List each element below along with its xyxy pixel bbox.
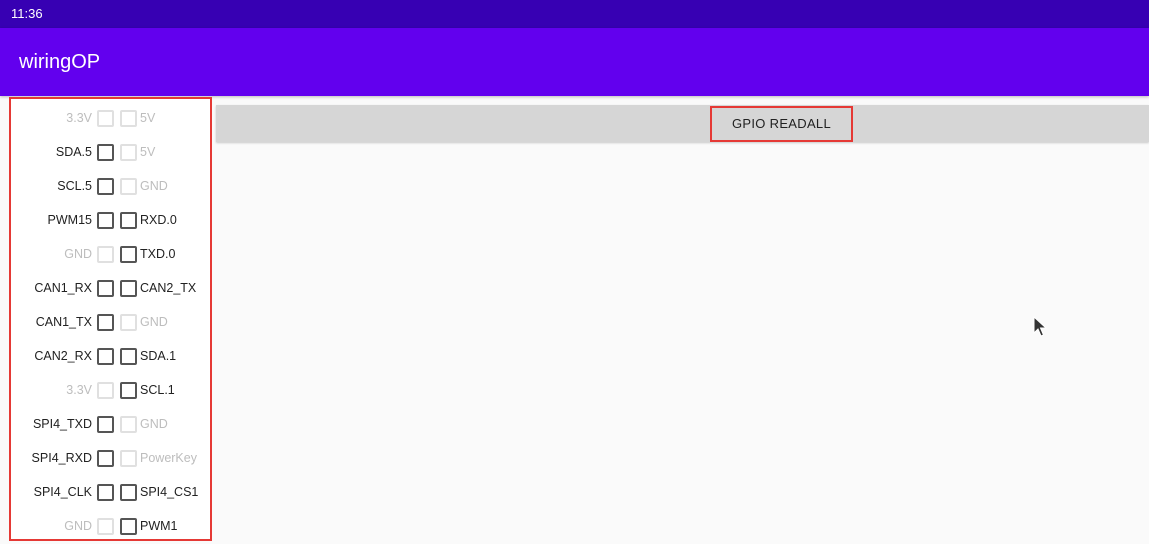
pin-left-checkbox[interactable] [97,416,114,433]
pin-left-label: SCL.5 [57,179,92,193]
pin-row: SPI4_TXD GND [11,407,210,441]
pin-right-checkbox[interactable] [120,280,137,297]
pin-right-checkbox [120,450,137,467]
pin-row: 3.3V SCL.1 [11,373,210,407]
pin-row: CAN1_TX GND [11,305,210,339]
status-bar: 11:36 [0,0,1149,28]
pin-left-checkbox [97,382,114,399]
pin-row: SDA.5 5V [11,135,210,169]
pin-row: SCL.5 GND [11,169,210,203]
pin-left-label: SPI4_RXD [31,451,92,465]
pin-left-label: GND [64,247,92,261]
pin-left-checkbox[interactable] [97,144,114,161]
pin-left-checkbox[interactable] [97,212,114,229]
pin-left-checkbox[interactable] [97,314,114,331]
pin-right-checkbox [120,314,137,331]
pin-right-checkbox[interactable] [120,348,137,365]
pin-right-label: GND [140,179,168,193]
pin-left-label: PWM15 [47,213,92,227]
pin-left-label: SDA.5 [55,145,92,159]
pin-right-label: TXD.0 [140,247,176,261]
pin-row: SPI4_CLK SPI4_CS1 [11,475,210,509]
pin-row: CAN2_RX SDA.1 [11,339,210,373]
pin-row: GND PWM1 [11,509,210,539]
gpio-readall-button[interactable]: GPIO READALL [710,106,853,142]
pin-row: SPI4_RXD PowerKey [11,441,210,475]
pin-right-checkbox [120,416,137,433]
pin-left-checkbox[interactable] [97,280,114,297]
pin-left-label: CAN1_RX [34,281,92,295]
pin-left-checkbox [97,518,114,535]
pin-left-checkbox[interactable] [97,484,114,501]
pin-right-checkbox[interactable] [120,212,137,229]
pin-row: PWM15 RXD.0 [11,203,210,237]
pin-left-checkbox [97,246,114,263]
pin-right-checkbox[interactable] [120,382,137,399]
pin-right-label: SDA.1 [140,349,177,363]
pin-left-label: SPI4_TXD [32,417,92,431]
pin-right-label: RXD.0 [140,213,177,227]
pin-left-label: GND [64,519,92,533]
pin-row: CAN1_RX CAN2_TX [11,271,210,305]
pin-right-label: CAN2_TX [140,281,197,295]
pin-right-label: 5V [140,111,156,125]
pin-right-label: SCL.1 [140,383,175,397]
pin-right-checkbox [120,178,137,195]
pin-right-checkbox [120,110,137,127]
pin-left-label: CAN2_RX [34,349,92,363]
pin-left-checkbox[interactable] [97,178,114,195]
pin-right-checkbox[interactable] [120,484,137,501]
pin-right-checkbox[interactable] [120,246,137,263]
pin-right-checkbox [120,144,137,161]
pin-right-label: 5V [140,145,156,159]
pin-left-checkbox[interactable] [97,348,114,365]
app-title: wiringOP [19,51,101,73]
pin-right-label: GND [140,315,168,329]
pin-right-label: SPI4_CS1 [140,485,199,499]
pin-left-label: CAN1_TX [35,315,92,329]
status-time: 11:36 [11,6,43,21]
pin-row: GND TXD.0 [11,237,210,271]
pin-left-label: SPI4_CLK [33,485,92,499]
pin-right-label: GND [140,417,168,431]
pin-row: 3.3V 5V [11,101,210,135]
gpio-pin-panel: 3.3V 5V SDA.5 5V SCL.5 GND PWM15 RXD.0 GND TXD.0 C… [9,97,212,541]
pin-left-label: 3.3V [66,111,92,125]
pin-left-checkbox [97,110,114,127]
pin-right-label: PowerKey [140,451,197,465]
pin-left-label: 3.3V [66,383,92,397]
pin-left-checkbox[interactable] [97,450,114,467]
app-bar: wiringOP [0,28,1149,96]
readall-bar [216,105,1149,142]
mouse-cursor-icon [1033,316,1048,337]
pin-right-label: PWM1 [140,519,178,533]
pin-right-checkbox[interactable] [120,518,137,535]
